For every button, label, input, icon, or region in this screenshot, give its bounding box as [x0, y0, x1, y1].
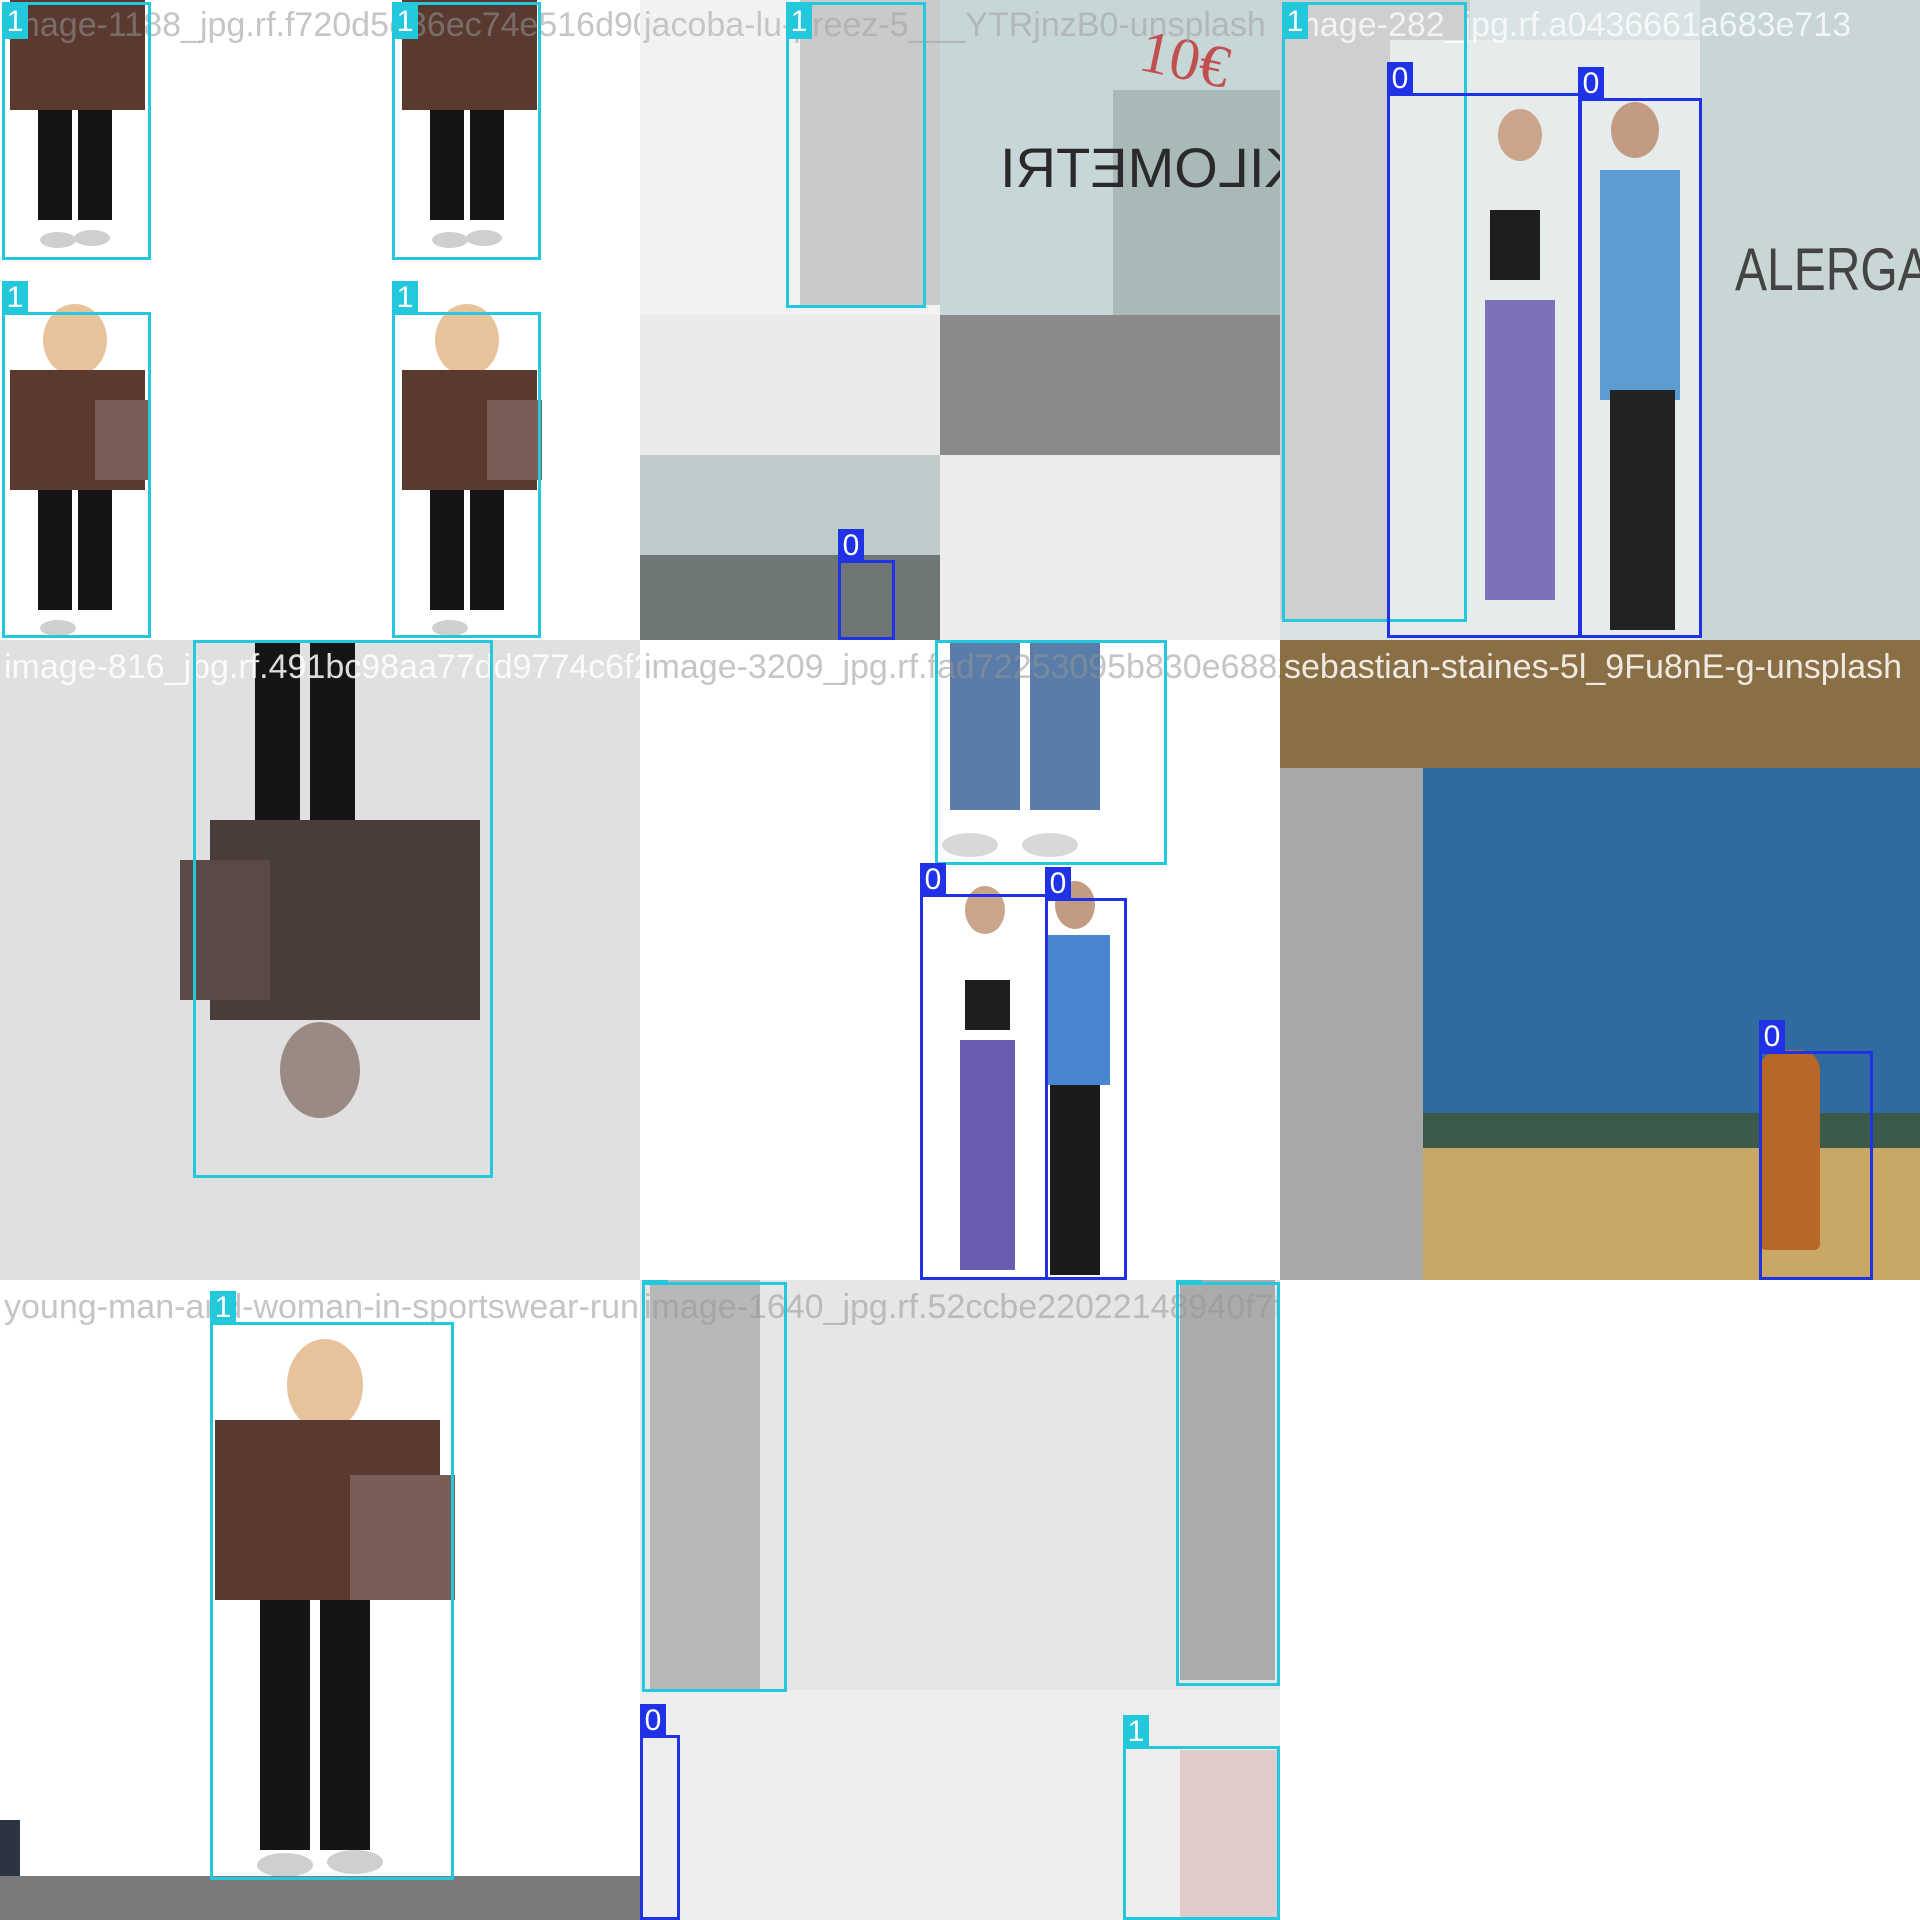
bounding-box: 1 [193, 640, 493, 1178]
bounding-box: 1 [642, 1280, 787, 1692]
bounding-box: 1 [935, 640, 1167, 865]
tile-filename: sebastian-staines-5l_9Fu8nE-g-unsplash [1284, 648, 1903, 686]
class-label: 1 [1176, 1280, 1202, 1283]
class-label: 1 [2, 281, 28, 315]
mosaic-tile-5: image-3209_jpg.rf.fad72253095b830e68823d… [640, 640, 1280, 1280]
mosaic-tile-3: ALERGATO image-282_jpg.rf.a0436661a683e7… [1280, 0, 1920, 640]
class-label: 1 [392, 281, 418, 315]
class-label: 1 [210, 1291, 236, 1325]
tile-filename: jacoba-lu-preez-5___YTRjnzB0-unsplash [644, 6, 1266, 44]
bounding-box: 1 [210, 1291, 454, 1880]
bounding-box: 1 [2, 281, 151, 638]
mosaic-tile-4: image-816_jpg.rf.491bc98aa77dd9774c6f2ee… [0, 640, 640, 1280]
sea-photo [1113, 90, 1280, 315]
mosaic-tile-2: KILOMETRI 10€ jacoba-lu-preez-5___YTRjnz… [640, 0, 1280, 640]
class-label: 1 [2, 5, 28, 39]
class-label: 0 [640, 1704, 666, 1738]
class-label: 0 [1387, 62, 1413, 96]
bounding-box: 1 [1176, 1280, 1280, 1686]
class-label: 1 [935, 640, 961, 641]
bounding-box: 1 [1123, 1715, 1280, 1920]
class-label: 1 [642, 1280, 668, 1283]
class-label: 0 [1045, 867, 1071, 901]
bounding-box: 0 [640, 1704, 680, 1920]
bounding-box: 0 [1045, 867, 1127, 1280]
sky-photo [640, 315, 940, 455]
ground-photo [940, 315, 1280, 455]
bounding-box: 0 [1578, 67, 1702, 638]
class-label: 1 [193, 640, 219, 641]
class-label: 0 [920, 863, 946, 897]
mosaic-tile-1: image-1188_jpg.rf.f720d5e86ec74e516d9018… [0, 0, 640, 640]
bounding-box: 0 [1387, 62, 1582, 638]
class-label: 0 [838, 529, 864, 563]
mosaic-tile-empty [1280, 1280, 1920, 1920]
class-label: 0 [1578, 67, 1604, 101]
class-label: 1 [1282, 5, 1308, 39]
bounding-box: 1 [392, 281, 541, 638]
bounding-box: 1 [2, 2, 151, 260]
bounding-box: 1 [786, 2, 926, 308]
mosaic-tile-8: image-1640_jpg.rf.52ccbe22022148940f7f92… [640, 1280, 1280, 1920]
bounding-box: 0 [920, 863, 1048, 1280]
sky-photo [940, 455, 1280, 640]
bounding-box: 0 [838, 529, 895, 640]
sign-text: KILOMETRI [1000, 136, 1280, 199]
class-label: 1 [1123, 1715, 1149, 1749]
class-label: 0 [1759, 1020, 1785, 1054]
class-label: 1 [786, 5, 812, 39]
mosaic-tile-7: young-man-and-woman-in-sportswear-runnin… [0, 1280, 640, 1920]
class-label: 1 [392, 5, 418, 39]
building-photo [640, 555, 940, 640]
mosaic-tile-6: sebastian-staines-5l_9Fu8nE-g-unsplash 0 [1280, 640, 1920, 1280]
bounding-box: 1 [392, 2, 541, 260]
bounding-box: 0 [1759, 1020, 1873, 1280]
